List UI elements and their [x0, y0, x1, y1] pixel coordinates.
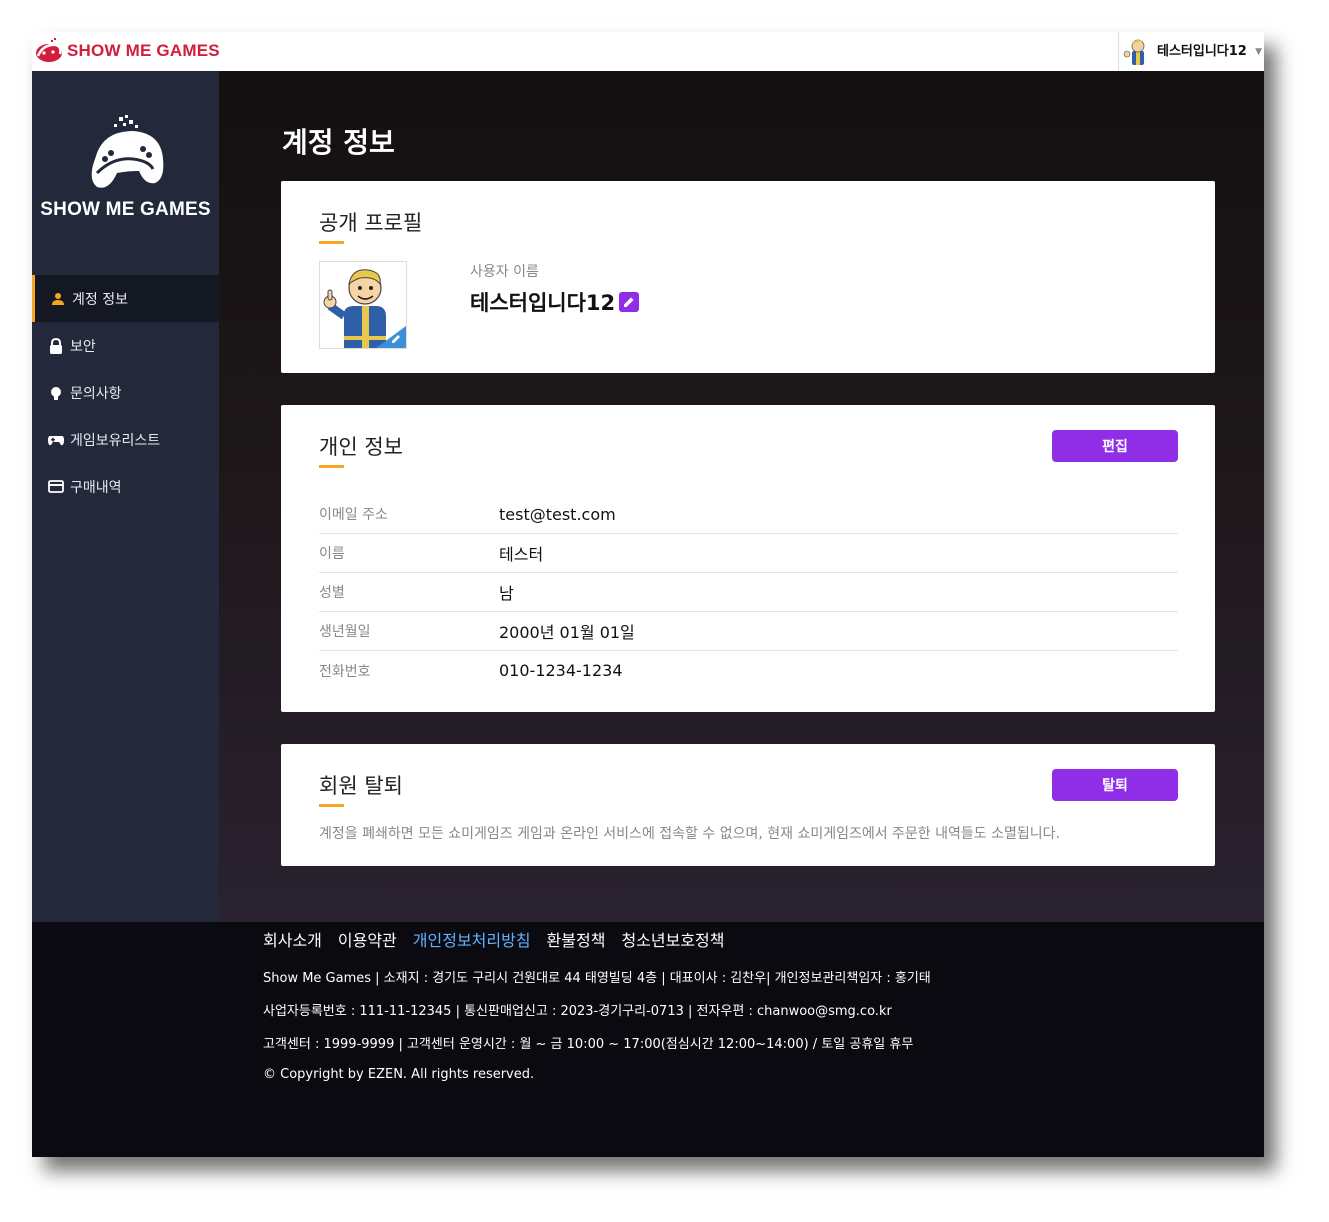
caret-down-icon[interactable]: ▼ [1255, 47, 1262, 57]
sidebar-item-label: 계정 정보 [72, 291, 128, 308]
footer-link-privacy[interactable]: 개인정보처리방침 [413, 927, 531, 951]
info-label: 성별 [319, 585, 345, 601]
card-title: 회원 탈퇴 [319, 774, 403, 798]
footer: 회사소개 이용약관 개인정보처리방침 환불정책 청소년보호정책 Show Me … [32, 922, 1264, 1157]
info-row-phone: 전화번호 010-1234-1234 [319, 651, 1178, 690]
sidebar-item-label: 구매내역 [70, 479, 122, 496]
user-icon [50, 291, 66, 307]
sidebar-item-account[interactable]: 계정 정보 [32, 275, 219, 322]
withdraw-description: 계정을 폐쇄하면 모든 쇼미게임즈 게임과 온라인 서비스에 접속할 수 없으며… [319, 826, 1060, 842]
sidebar-item-inquiry[interactable]: 문의사항 [32, 369, 219, 416]
info-row-birthdate: 생년월일 2000년 01월 01일 [319, 612, 1178, 651]
withdraw-button[interactable]: 탈퇴 [1052, 769, 1178, 801]
title-underline [319, 804, 344, 807]
title-underline [319, 241, 344, 244]
username-label: 사용자 이름 [470, 264, 539, 280]
info-value: 2000년 01월 01일 [499, 623, 635, 642]
brand-logo-link[interactable]: SHOW ME GAMES [34, 36, 220, 66]
personal-info-table: 이메일 주소 test@test.com 이름 테스터 성별 남 생년월일 20… [319, 495, 1178, 690]
info-value: 010-1234-1234 [499, 661, 623, 680]
username-value: 테스터입니다12 [470, 287, 640, 317]
brand-name: SHOW ME GAMES [67, 41, 220, 60]
gamepad-logo-icon [91, 115, 163, 188]
info-value: test@test.com [499, 504, 616, 524]
sidebar-logo[interactable]: SHOW ME GAMES [32, 113, 219, 221]
gamepad-icon [48, 432, 64, 448]
sidebar-item-security[interactable]: 보안 [32, 322, 219, 369]
info-row-email: 이메일 주소 test@test.com [319, 495, 1178, 534]
info-row-gender: 성별 남 [319, 573, 1178, 612]
user-name: 테스터입니다12 [1157, 44, 1247, 59]
info-label: 생년월일 [319, 624, 371, 640]
info-label: 이메일 주소 [319, 507, 388, 523]
page-title: 계정 정보 [282, 126, 395, 159]
user-avatar-thumbnail [1123, 39, 1145, 65]
footer-link-about[interactable]: 회사소개 [263, 927, 322, 951]
app-window: SHOW ME GAMES 테스터입니다12 ▼ SHOW ME GAMES 계… [32, 32, 1264, 1157]
lock-icon [48, 337, 64, 354]
main-content: 계정 정보 공개 프로필 사용자 이름 테스터입니다12 개인 정보 편집 이메… [219, 71, 1264, 922]
sidebar-logo-text: SHOW ME GAMES [40, 199, 211, 220]
info-row-name: 이름 테스터 [319, 534, 1178, 573]
sidebar-item-game-list[interactable]: 게임보유리스트 [32, 416, 219, 463]
footer-company-info: Show Me Games | 소재지 : 경기도 구리시 건원대로 44 태영… [263, 971, 931, 986]
info-label: 이름 [319, 546, 345, 562]
info-value: 테스터 [499, 545, 544, 564]
sidebar-menu: 계정 정보 보안 문의사항 게임보유리스트 구매내역 [32, 275, 219, 510]
info-value: 남 [499, 584, 514, 603]
info-label: 전화번호 [319, 663, 371, 680]
footer-support-info: 고객센터 : 1999-9999 | 고객센터 운영시간 : 월 ~ 금 10:… [263, 1037, 914, 1052]
sidebar-item-label: 게임보유리스트 [70, 432, 161, 449]
title-underline [319, 465, 344, 468]
sidebar-item-purchases[interactable]: 구매내역 [32, 463, 219, 510]
footer-copyright: © Copyright by EZEN. All rights reserved… [263, 1067, 535, 1082]
sidebar-item-label: 보안 [70, 338, 96, 355]
username-text: 테스터입니다12 [470, 291, 616, 315]
headset-icon [48, 385, 64, 401]
sidebar-item-label: 문의사항 [70, 385, 122, 402]
card-title: 공개 프로필 [319, 211, 423, 235]
gamepad-logo-icon [36, 38, 62, 62]
sidebar: SHOW ME GAMES 계정 정보 보안 문의사항 게임보유리스트 구매내역 [32, 71, 219, 922]
public-profile-card: 공개 프로필 사용자 이름 테스터입니다12 [281, 181, 1215, 373]
edit-username-icon[interactable] [619, 292, 640, 312]
footer-link-youth[interactable]: 청소년보호정책 [621, 927, 724, 951]
footer-link-refund[interactable]: 환불정책 [547, 927, 606, 951]
card-icon [48, 479, 64, 495]
edit-button[interactable]: 편집 [1052, 430, 1178, 462]
footer-links: 회사소개 이용약관 개인정보처리방침 환불정책 청소년보호정책 [263, 927, 740, 951]
user-menu[interactable]: 테스터입니다12 ▼ [1118, 32, 1264, 71]
top-bar: SHOW ME GAMES 테스터입니다12 ▼ [32, 32, 1264, 71]
footer-link-terms[interactable]: 이용약관 [338, 927, 397, 951]
withdraw-card: 회원 탈퇴 탈퇴 계정을 폐쇄하면 모든 쇼미게임즈 게임과 온라인 서비스에 … [281, 744, 1215, 866]
profile-avatar[interactable] [319, 261, 407, 349]
card-title: 개인 정보 [319, 435, 403, 459]
personal-info-card: 개인 정보 편집 이메일 주소 test@test.com 이름 테스터 성별 … [281, 405, 1215, 712]
footer-registration-info: 사업자등록번호 : 111-11-12345 | 통신판매업신고 : 2023-… [263, 1004, 892, 1019]
